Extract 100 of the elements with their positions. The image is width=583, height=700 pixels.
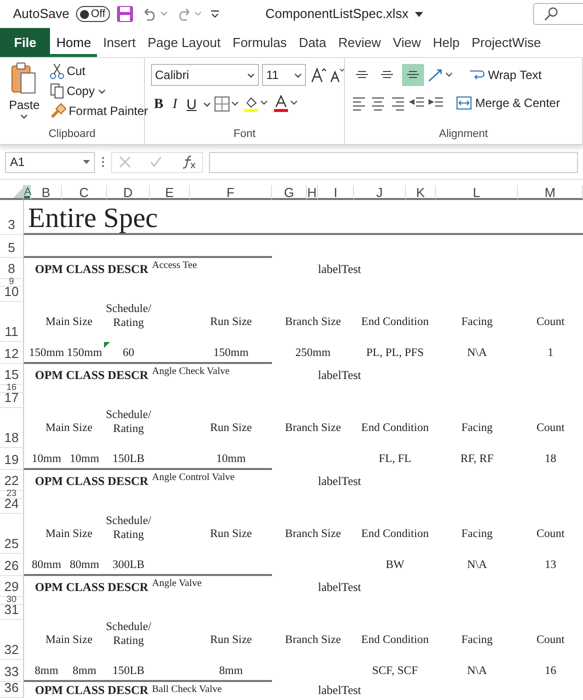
row-header[interactable]: 3	[0, 200, 24, 235]
row-header[interactable]: 26	[0, 554, 24, 576]
column-header[interactable]: E	[150, 185, 190, 200]
borders-icon[interactable]	[214, 96, 240, 112]
wrap-text-button[interactable]: Wrap Text	[466, 65, 545, 86]
table-cell: 80mm	[32, 558, 62, 572]
column-header[interactable]: C	[62, 185, 107, 200]
select-all-corner[interactable]	[0, 185, 24, 200]
column-header[interactable]: G	[272, 185, 307, 200]
table-cell: RF, RF	[460, 452, 494, 466]
ribbon-tab[interactable]: Home	[50, 28, 98, 57]
table-cell: 250mm	[295, 346, 331, 360]
font-name-field[interactable]: Calibri	[151, 64, 259, 86]
table-cell: 150mm	[213, 346, 249, 360]
group-label: Font	[232, 127, 256, 142]
italic-button[interactable]: I	[170, 92, 180, 116]
column-heading: Main Size	[46, 632, 92, 648]
ribbon-tab[interactable]: Insert	[97, 28, 142, 57]
align-icon	[406, 71, 418, 80]
row-header[interactable]: 12	[0, 342, 24, 364]
save-icon[interactable]	[116, 5, 134, 23]
increase-font-icon[interactable]	[310, 67, 326, 84]
row-header[interactable]: 10	[0, 287, 24, 302]
class-label: OPM CLASS DESCR	[34, 260, 148, 278]
orientation-icon[interactable]	[426, 67, 455, 84]
ribbon-tab[interactable]: View	[386, 28, 427, 57]
column-heading: End Condition	[361, 420, 429, 436]
row-header[interactable]: 5	[0, 235, 24, 258]
font-color-icon[interactable]	[272, 95, 299, 114]
row-header[interactable]: 31	[0, 605, 24, 620]
file-name[interactable]: ComponentListSpec.xlsx	[265, 4, 423, 24]
customize-icon[interactable]	[210, 9, 220, 19]
column-header[interactable]: K	[406, 185, 436, 200]
class-description: Angle Valve	[152, 577, 202, 591]
underline-button[interactable]: U	[184, 92, 200, 116]
decrease-font-icon[interactable]	[328, 67, 345, 84]
align-left-icon[interactable]	[351, 94, 367, 111]
table-cell: PL, PL, PFS	[366, 346, 424, 360]
formula-field[interactable]	[209, 152, 578, 172]
label-text: labelTest	[318, 578, 362, 596]
table-cell: N\A	[467, 346, 487, 360]
column-header[interactable]: I	[318, 185, 354, 200]
merge-center-button[interactable]: Merge & Center	[453, 92, 563, 113]
ribbon-tab[interactable]: Help	[426, 28, 466, 57]
autosave-toggle[interactable]: Off	[76, 6, 110, 22]
row-header[interactable]: 32	[0, 620, 24, 660]
row-header[interactable]: 30	[0, 597, 24, 605]
row-header[interactable]: 11	[0, 302, 24, 342]
table-cell: 300LB	[112, 558, 144, 572]
column-header[interactable]: J	[354, 185, 406, 200]
search-field[interactable]	[533, 3, 583, 25]
align-center-icon[interactable]	[370, 94, 386, 111]
row-header[interactable]: 22	[0, 470, 24, 491]
caret-icon[interactable]	[202, 102, 211, 107]
row-header[interactable]: 25	[0, 514, 24, 554]
font-size-field[interactable]: 11	[262, 64, 306, 86]
paste-button[interactable]: Paste	[6, 61, 43, 126]
column-heading: Branch Size	[285, 314, 341, 330]
table-cell: 10mm	[32, 452, 62, 466]
column-header[interactable]: L	[436, 185, 518, 200]
cut-button[interactable]: Cut	[46, 61, 152, 81]
ribbon-tab[interactable]: Page Layout	[142, 28, 227, 57]
row-header[interactable]: 17	[0, 393, 24, 408]
row-header[interactable]: 19	[0, 448, 24, 470]
column-heading: Run Size	[210, 314, 252, 330]
bottom-align-button[interactable]	[402, 64, 424, 86]
table-cell: 150LB	[112, 452, 144, 466]
row-header[interactable]: 29	[0, 576, 24, 597]
column-header[interactable]: F	[190, 185, 272, 200]
align-right-icon[interactable]	[390, 94, 406, 111]
file-tab[interactable]: File	[0, 28, 50, 57]
column-heading: Count	[536, 420, 565, 436]
row-header[interactable]: 23	[0, 491, 24, 499]
column-header[interactable]: H	[307, 185, 318, 200]
column-header[interactable]: B	[31, 185, 62, 200]
column-header[interactable]: A	[24, 185, 31, 200]
row-header[interactable]: 8	[0, 258, 24, 279]
column-header[interactable]: M	[518, 185, 583, 200]
bold-button[interactable]: B	[151, 92, 166, 116]
row-header[interactable]: 15	[0, 364, 24, 385]
ribbon-tab[interactable]: ProjectWise	[466, 28, 547, 57]
table-cell: BW	[386, 558, 404, 572]
ribbon-tab[interactable]: Formulas	[226, 28, 293, 57]
row-header[interactable]: 24	[0, 499, 24, 514]
column-heading: Main Size	[46, 526, 92, 542]
row-header[interactable]: 33	[0, 660, 24, 682]
ribbon-tab[interactable]: Data	[292, 28, 332, 57]
caret-icon	[20, 114, 28, 119]
format-painter-button[interactable]: Format Painter	[46, 101, 152, 121]
copy-button[interactable]: Copy	[46, 81, 152, 101]
column-heading: Run Size	[210, 420, 252, 436]
function-icon[interactable]	[182, 155, 196, 169]
row-header[interactable]: 18	[0, 408, 24, 448]
ribbon-tab[interactable]: Review	[332, 28, 387, 57]
column-header[interactable]: D	[107, 185, 150, 200]
name-box[interactable]: A1	[5, 152, 95, 172]
row-header[interactable]: 16	[0, 385, 24, 393]
row-header[interactable]: 9	[0, 279, 24, 287]
row-header[interactable]: 36	[0, 682, 24, 698]
fill-color-icon[interactable]	[243, 95, 270, 114]
